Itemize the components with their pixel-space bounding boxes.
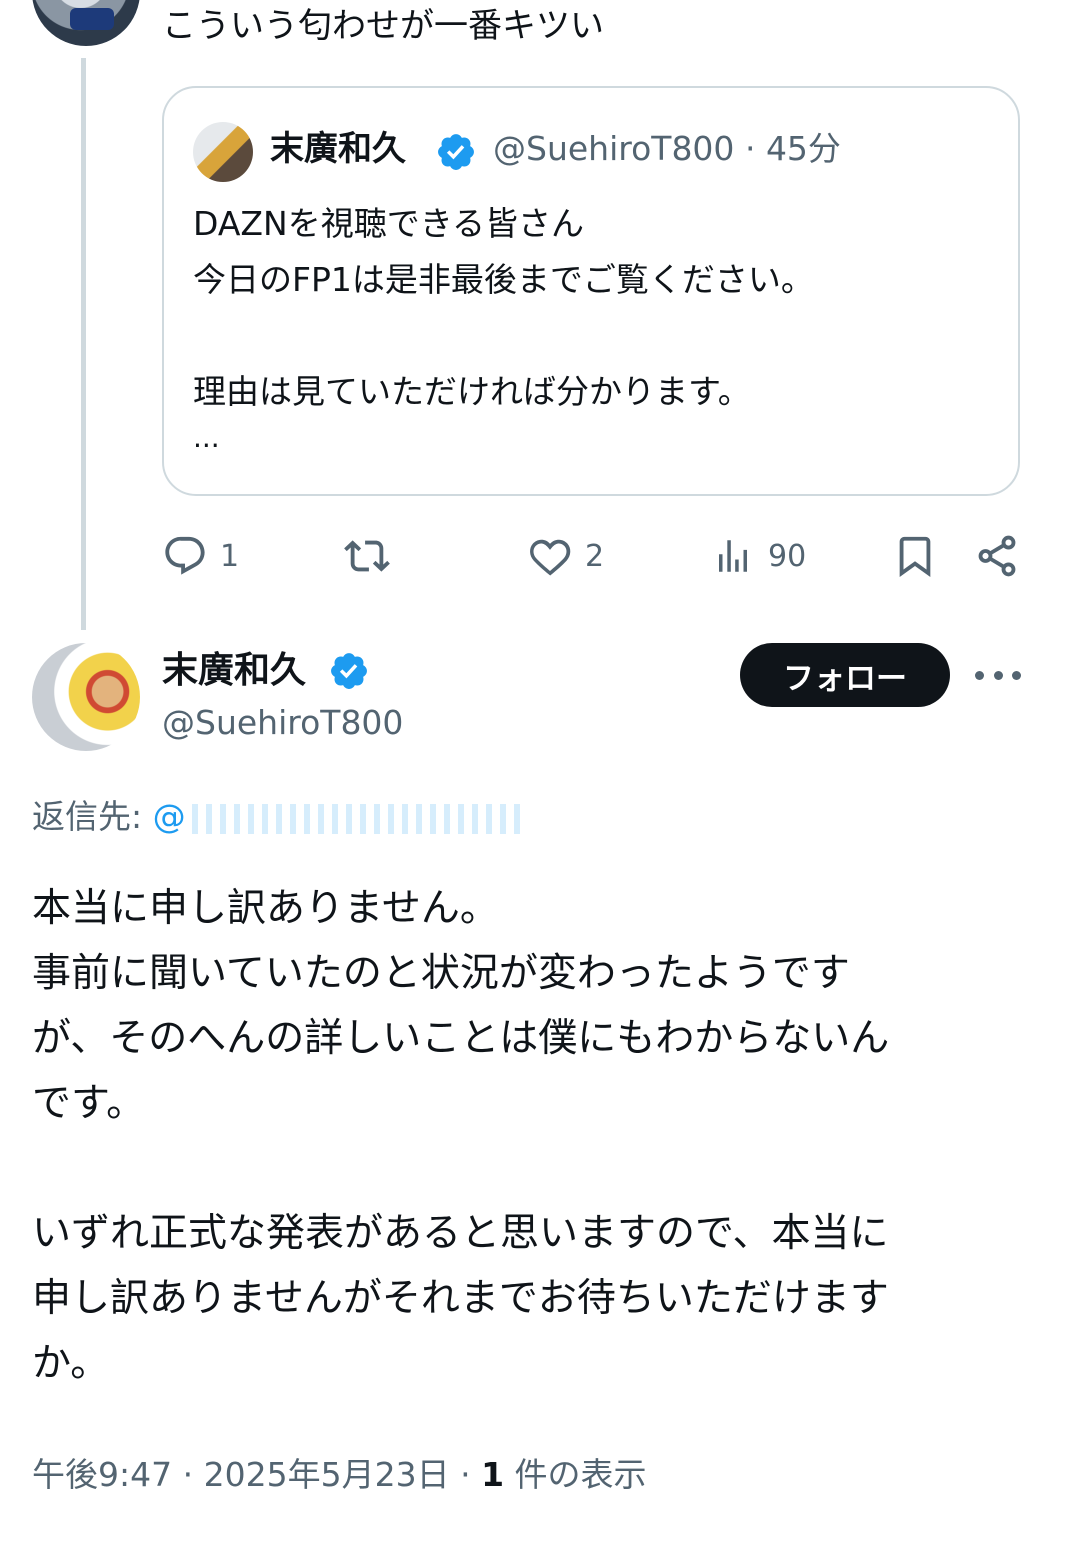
follow-button[interactable]: フォロー [740,643,950,707]
main-tweet-handle[interactable]: @SuehiroT800 [162,700,403,746]
views-count: 90 [768,538,807,574]
verified-badge-icon [331,653,367,689]
reply-to-label: 返信先: [32,797,153,836]
retweet-button[interactable] [342,530,392,582]
verified-badge-icon [438,134,474,170]
quoted-tweet-time: 45分 [765,129,841,168]
main-tweet-avatar[interactable] [32,643,140,751]
views-label: 件の表示 [504,1455,647,1494]
bookmark-button[interactable] [892,530,938,582]
views-icon [719,540,747,572]
separator-dot: · [460,1455,471,1494]
quoted-tweet-author-name: 末廣和久 [270,129,406,169]
tweet-time[interactable]: 午後9:47 [32,1455,172,1494]
views-total: 1 [481,1455,505,1494]
share-button[interactable] [974,530,1020,582]
previous-tweet-avatar[interactable] [32,0,140,46]
heart-icon [530,539,571,576]
tweet-metadata: 午後9:47 · 2025年5月23日 · 1 件の表示 [32,1452,647,1498]
retweet-icon [344,540,390,572]
quoted-tweet-body: DAZNを視聴できる皆さん 今日のFP1は是非最後までご覧ください。 理由は見て… [193,204,814,411]
reply-icon [165,536,205,575]
redacted-handle [191,803,522,834]
previous-tweet-text: こういう匂わせが一番キツい [162,6,604,46]
separator-dot: · [182,1455,194,1494]
like-count: 2 [585,538,605,574]
views-button[interactable]: 90 [712,530,806,582]
thread-connector-line [81,58,86,630]
quoted-tweet-avatar [193,122,253,182]
bookmark-icon [899,536,931,577]
quoted-tweet-handle[interactable]: @SuehiroT800 [493,129,734,168]
more-options-icon[interactable] [975,658,1021,692]
share-icon [978,535,1016,577]
separator-dot: · [744,129,756,168]
reply-button[interactable]: 1 [162,530,239,582]
tweet-date[interactable]: 2025年5月23日 [204,1455,450,1494]
reply-count: 1 [220,538,240,574]
reply-to-handle[interactable]: @ [153,797,186,836]
quoted-tweet-truncation: ... [193,421,220,454]
like-button[interactable]: 2 [527,530,604,582]
quoted-tweet-handle-time: @SuehiroT800 · 45分 [493,126,841,172]
main-tweet-author-name[interactable]: 末廣和久 [162,646,306,696]
reply-to-line: 返信先: @ [32,794,522,840]
main-tweet-body: 本当に申し訳ありません。 事前に聞いていたのと状況が変わったようです が、そのへ… [32,886,890,1386]
